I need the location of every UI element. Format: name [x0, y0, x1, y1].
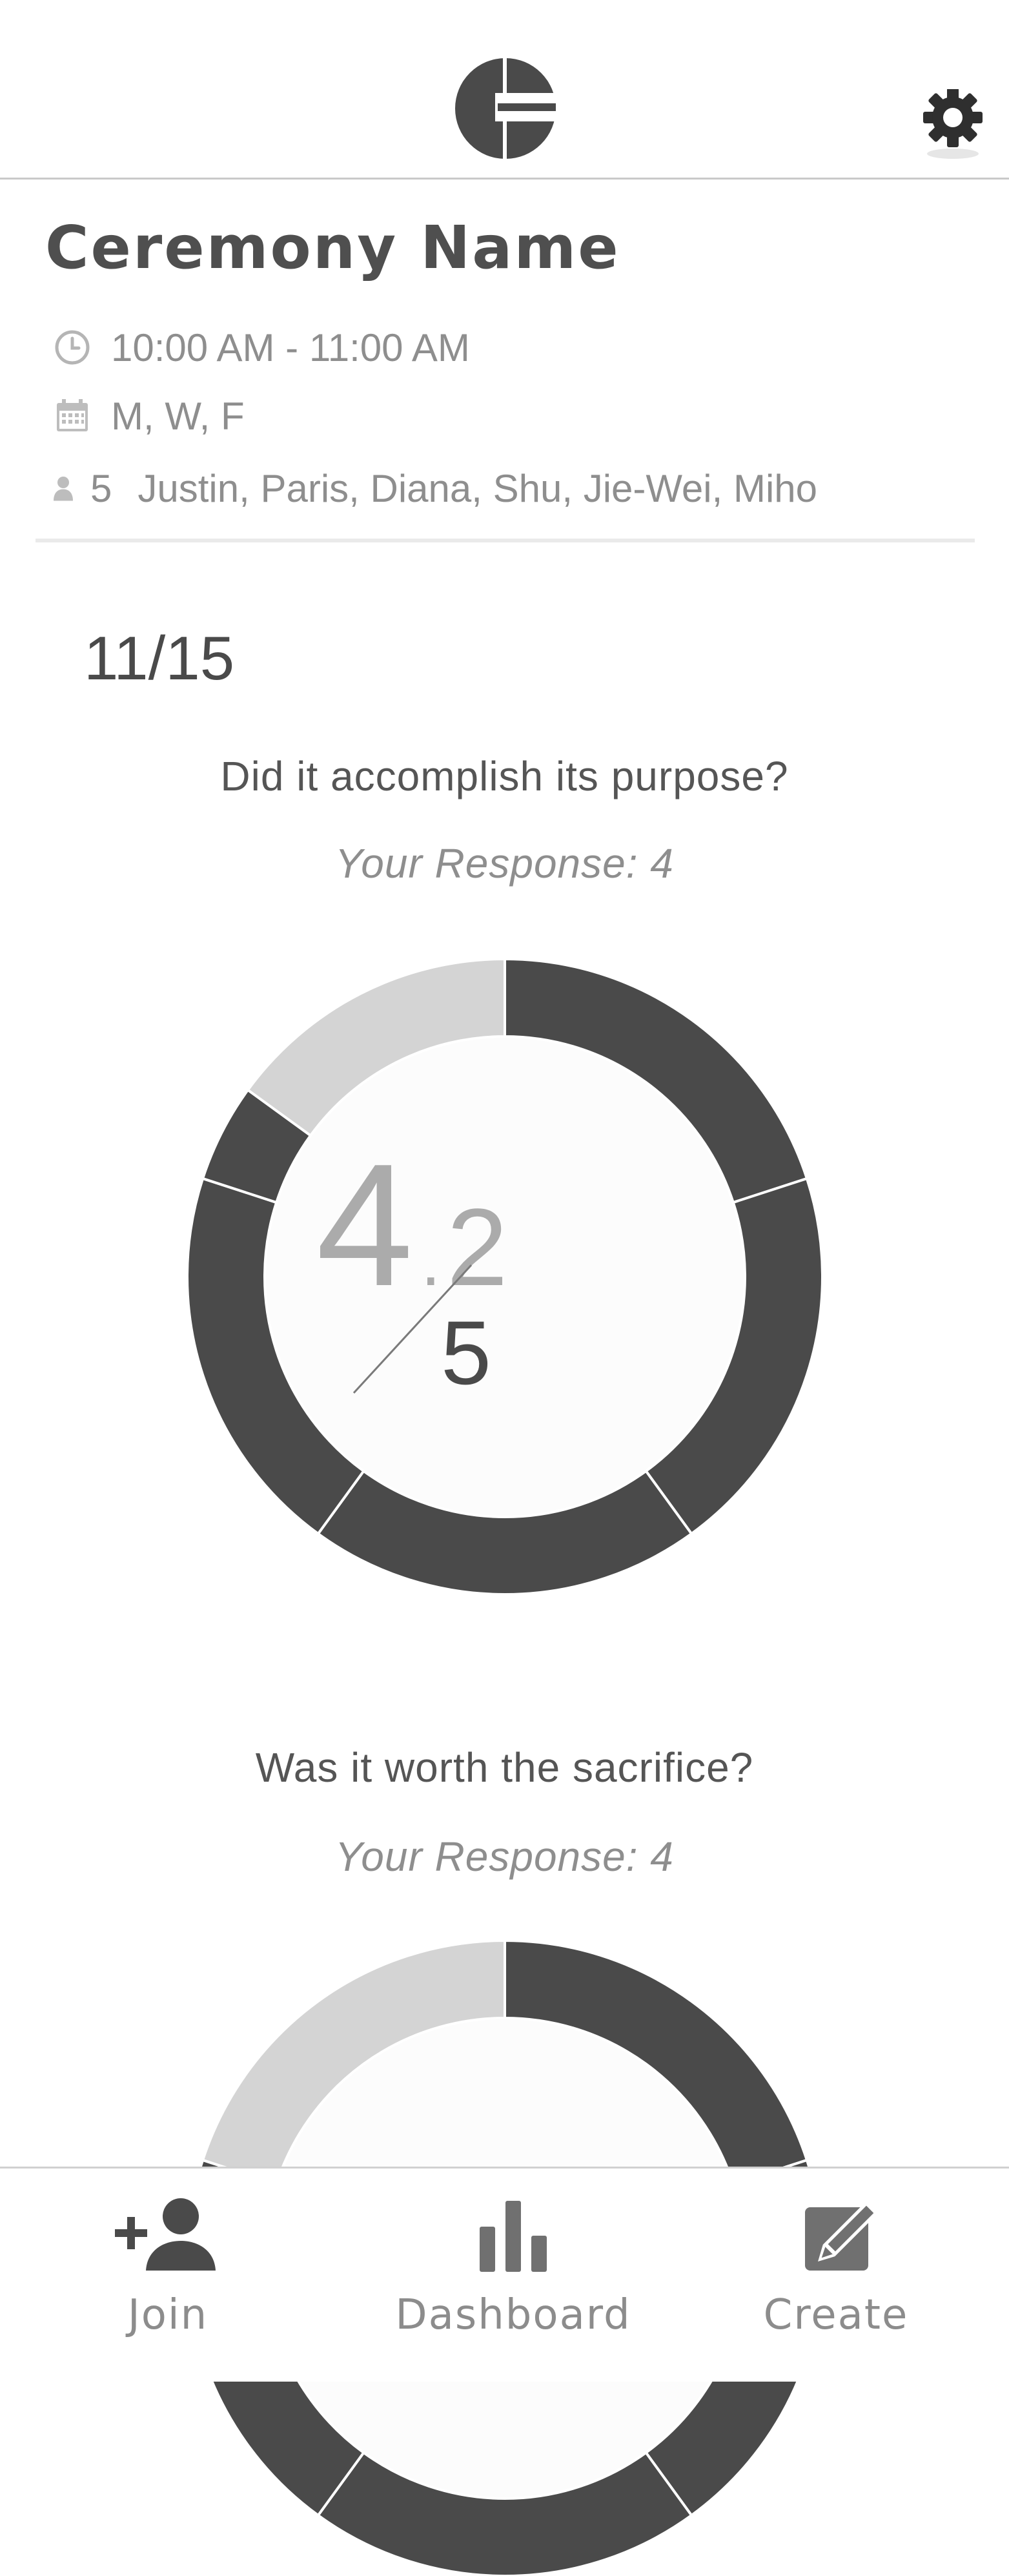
app-logo-icon[interactable]: [455, 58, 556, 159]
donut-chart-purpose: [187, 959, 822, 1594]
bottom-nav: Join Dashboard Create: [0, 2167, 1009, 2382]
ceremony-time: 10:00 AM - 11:00 AM: [111, 325, 470, 369]
your-response: Your Response: 4: [335, 840, 674, 887]
ceremony-title: Ceremony Name: [45, 213, 620, 282]
donut-hole: [265, 1036, 745, 1517]
person-icon: [54, 477, 73, 501]
ceremony-time-row: 10:00 AM - 11:00 AM: [52, 322, 470, 373]
question-text: Did it accomplish its purpose?: [220, 753, 789, 799]
member-names: Justin, Paris, Diana, Shu, Jie-Wei, Miho: [138, 466, 818, 510]
nav-label: Dashboard: [395, 2291, 631, 2339]
clock-icon: [55, 330, 90, 365]
your-response: Your Response: 4: [335, 1833, 674, 1880]
entry-date: 11/15: [84, 624, 235, 693]
add-person-icon: [115, 2198, 216, 2271]
question-text: Was it worth the sacrifice?: [255, 1744, 754, 1791]
member-count: 5: [90, 466, 112, 510]
ceremony-members-row: 5 Justin, Paris, Diana, Shu, Jie-Wei, Mi…: [52, 462, 817, 514]
gear-icon[interactable]: [922, 89, 984, 161]
nav-label: Join: [127, 2291, 209, 2339]
nav-dashboard[interactable]: Dashboard: [395, 2169, 630, 2384]
nav-create[interactable]: Create: [755, 2169, 917, 2384]
section-divider: [36, 539, 975, 542]
app-header: [0, 0, 1009, 180]
nav-label: Create: [763, 2291, 909, 2339]
bar-chart-icon: [480, 2201, 547, 2272]
ceremony-days-row: M, W, F: [52, 390, 245, 442]
edit-icon: [805, 2200, 879, 2271]
nav-join[interactable]: Join: [90, 2169, 245, 2384]
calendar-icon: [57, 399, 88, 431]
ceremony-days: M, W, F: [111, 394, 245, 438]
